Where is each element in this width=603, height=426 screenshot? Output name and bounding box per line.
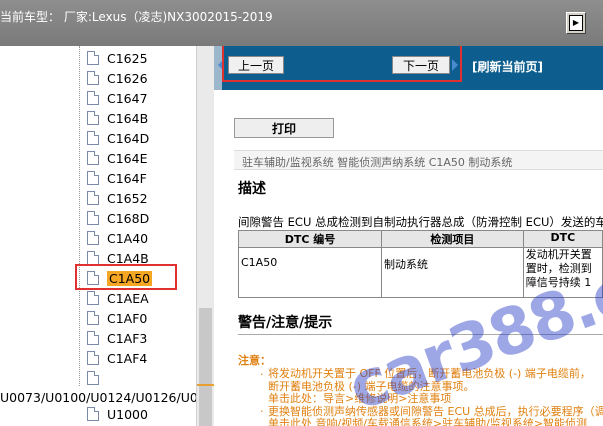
note-line[interactable]: 单击此处 音响/视频/车载通信系统>驻车辅助/监视系统>智能侦测 <box>268 417 603 426</box>
tree-item[interactable]: C164B <box>87 108 148 128</box>
table-header: DTC 编号 <box>238 230 382 248</box>
bullet: · <box>260 405 264 418</box>
tree-item[interactable]: C168D <box>87 208 149 228</box>
tree-item[interactable]: C164F <box>87 168 147 188</box>
document-icon <box>87 191 99 205</box>
tree-item[interactable]: C1625 <box>87 48 148 68</box>
table-header: 检测项目 <box>380 230 524 248</box>
tree-item[interactable] <box>87 368 107 388</box>
content-panel: 上一页 下一页 [刷新当前页] 打印 驻车辅助/监视系统 智能侦测声纳系统 C1… <box>214 46 603 426</box>
tree-item[interactable]: C1626 <box>87 68 148 88</box>
description-text: 间隙警告 ECU 总成检测到自制动执行器总成（防滑控制 ECU）发送的车辆相 <box>238 215 603 229</box>
nav-highlight-box <box>222 46 462 82</box>
scrollbar-thumb[interactable] <box>199 308 212 426</box>
tree-item[interactable]: C1652 <box>87 188 148 208</box>
table-cell: C1A50 <box>238 247 382 298</box>
scroll-marker <box>197 384 215 386</box>
tree-scrollbar[interactable] <box>196 46 215 426</box>
document-icon <box>87 91 99 105</box>
vehicle-title: 当前车型： 厂家:Lexus（凌志)NX3002015-2019 <box>0 10 273 24</box>
cell-line: 发动机开关置 <box>525 248 592 261</box>
tree-item[interactable]: C1AF4 <box>87 348 147 368</box>
document-icon <box>87 71 99 85</box>
print-button[interactable]: 打印 <box>234 118 334 138</box>
bullet: · <box>260 368 264 381</box>
document-icon <box>87 291 99 305</box>
document-icon <box>87 131 99 145</box>
document-icon <box>87 351 99 365</box>
tree-item[interactable]: C1AF3 <box>87 328 147 348</box>
tree-item[interactable]: C164E <box>87 148 148 168</box>
collapse-panel-button[interactable]: ▶ <box>566 12 586 34</box>
document-icon <box>87 171 99 185</box>
page-nav-bar: 上一页 下一页 [刷新当前页] <box>214 46 603 90</box>
tree-item[interactable]: C1A40 <box>87 228 148 248</box>
document-icon <box>87 251 99 265</box>
title-bar: 当前车型： 厂家:Lexus（凌志)NX3002015-2019 ▶ <box>0 0 603 46</box>
document-icon <box>87 311 99 325</box>
tree-item[interactable]: C1AF0 <box>87 308 147 328</box>
tree-item[interactable]: C164D <box>87 128 149 148</box>
section-title: 描述 <box>238 181 266 197</box>
breadcrumb: 驻车辅助/监视系统 智能侦测声纳系统 C1A50 制动系统 <box>234 150 603 170</box>
tree-connector <box>79 46 80 386</box>
document-icon <box>87 407 99 421</box>
selection-highlight-box <box>75 264 177 290</box>
document-icon <box>87 151 99 165</box>
refresh-page-link[interactable]: [刷新当前页] <box>472 58 543 75</box>
document-icon <box>87 111 99 125</box>
document-icon <box>87 211 99 225</box>
document-icon <box>87 51 99 65</box>
warning-title: 警告/注意/提示 <box>238 315 333 331</box>
document-icon <box>87 371 99 385</box>
table-header: DTC <box>522 230 603 248</box>
dtc-tree: C1625 C1626 C1647 C164B C164D C164E C164… <box>0 46 196 426</box>
tree-item[interactable]: U1000 <box>87 404 148 424</box>
table-cell: 制动系统 <box>380 247 524 298</box>
note-label: 注意： <box>238 354 271 367</box>
document-icon <box>87 331 99 345</box>
tree-item[interactable]: C1AEA <box>87 288 149 308</box>
tree-item[interactable]: C1647 <box>87 88 148 108</box>
document-icon <box>87 231 99 245</box>
panel-toggle-icon: ▶ <box>569 15 583 31</box>
